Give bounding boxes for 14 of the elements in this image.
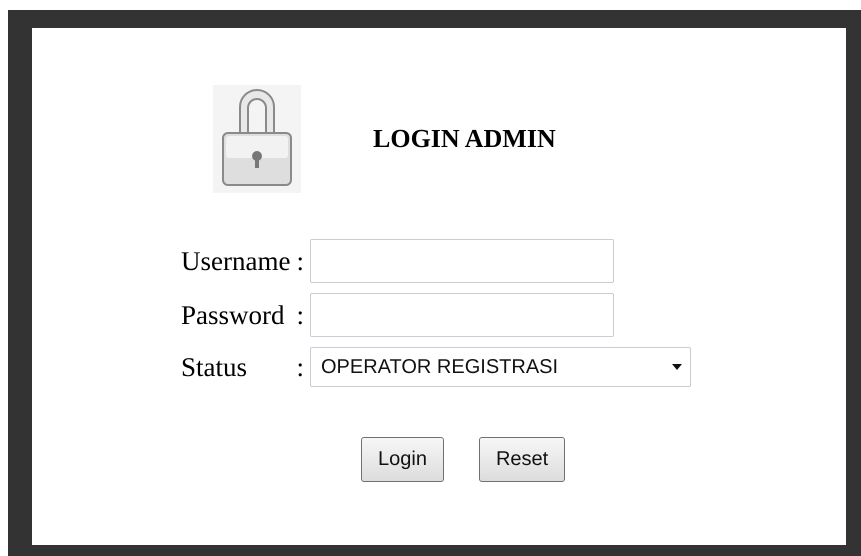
form-button[interactable]: Reset xyxy=(478,437,566,482)
input-field[interactable] xyxy=(310,293,614,337)
caret-icon xyxy=(672,364,682,370)
field-label: Username xyxy=(181,246,290,276)
colon-separator: : xyxy=(296,352,304,382)
page-title: LOGIN ADMIN xyxy=(373,124,556,154)
input-field[interactable] xyxy=(310,239,614,283)
status-dropdown[interactable]: OPERATOR REGISTRASI xyxy=(310,347,691,387)
field-label: Status xyxy=(181,352,248,382)
colon-separator: : xyxy=(296,246,304,276)
field-label: Password xyxy=(181,300,286,330)
colon-separator: : xyxy=(296,300,304,330)
form-button[interactable]: Login xyxy=(361,437,444,482)
padlock-icon xyxy=(213,85,301,193)
